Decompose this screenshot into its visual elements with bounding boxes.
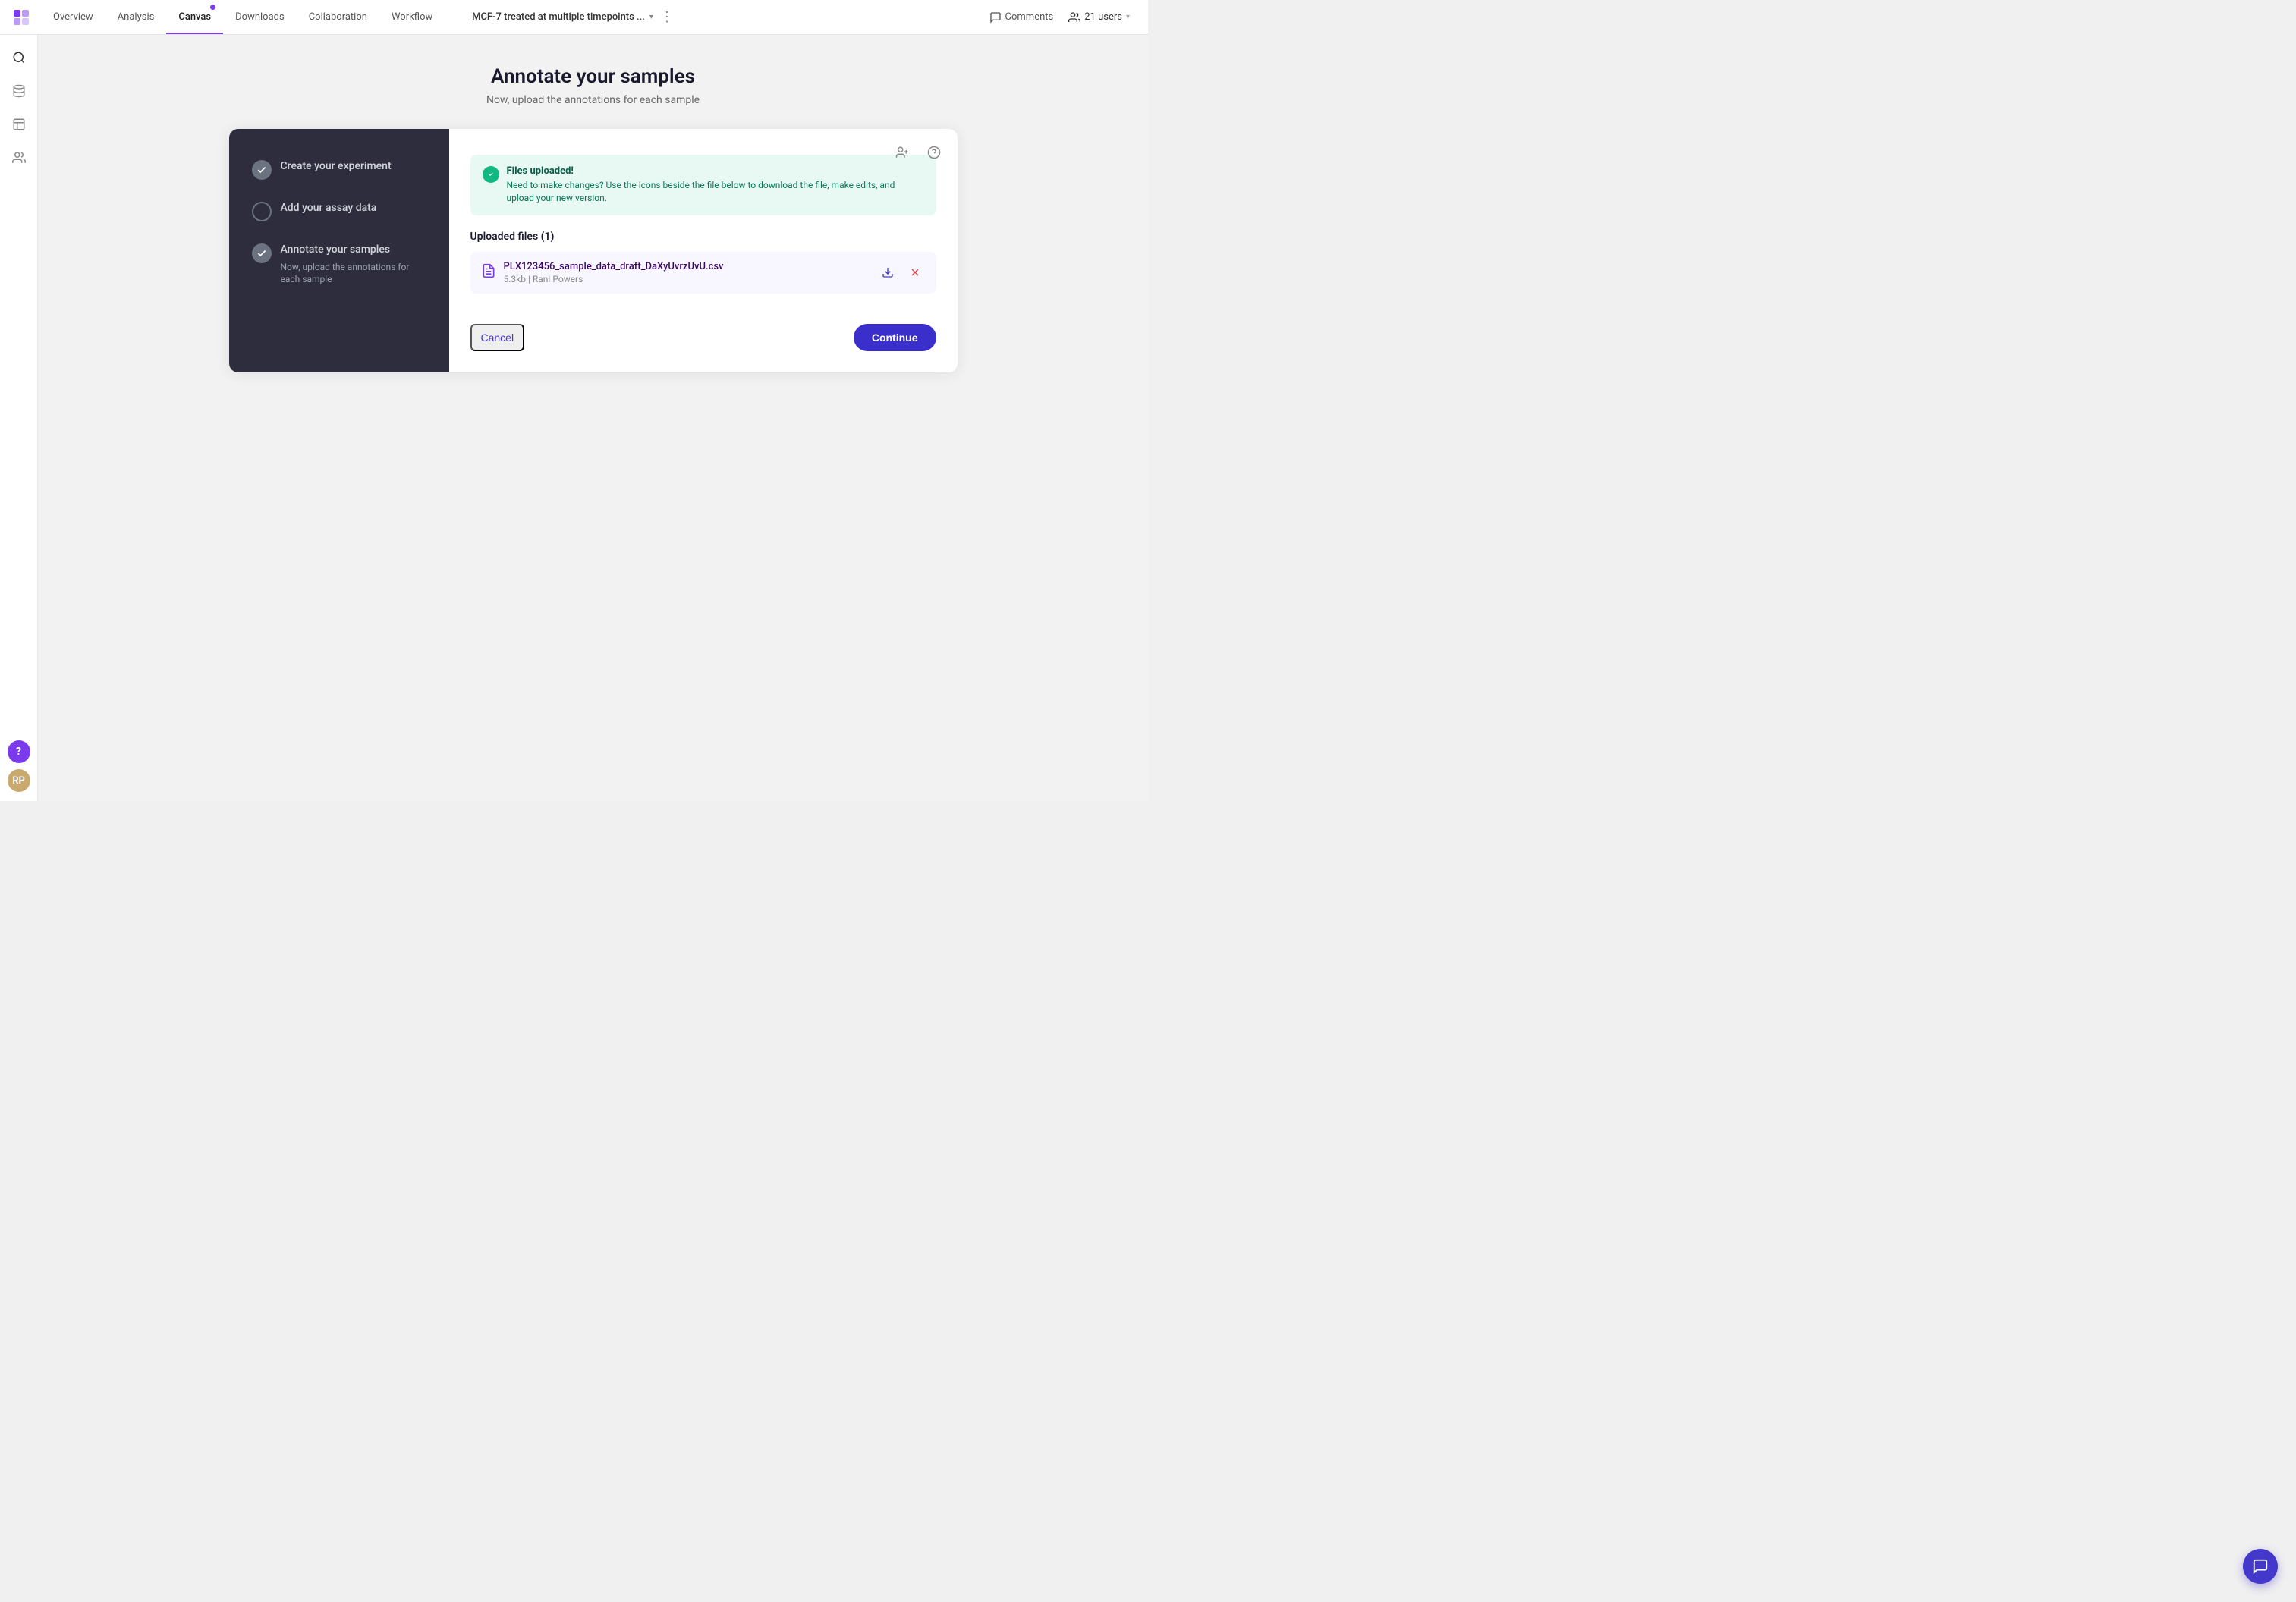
sidebar-icon-people[interactable]: [5, 144, 33, 171]
file-name: PLX123456_sample_data_draft_DaXyUvrzUvU.…: [504, 261, 870, 272]
file-info: PLX123456_sample_data_draft_DaXyUvrzUvU.…: [504, 261, 870, 284]
step-annotate-text: Annotate your samples Now, upload the an…: [281, 243, 426, 286]
file-actions: [877, 262, 926, 283]
right-panel: Files uploaded! Need to make changes? Us…: [449, 129, 958, 372]
chat-button[interactable]: [2243, 1549, 2278, 1584]
project-more-button[interactable]: ⋮: [658, 8, 676, 27]
file-icon: [481, 263, 496, 282]
page-subtitle: Now, upload the annotations for each sam…: [486, 94, 700, 106]
step-assay: Add your assay data: [252, 201, 426, 221]
step-create-icon: [252, 160, 272, 180]
file-item: PLX123456_sample_data_draft_DaXyUvrzUvU.…: [470, 252, 936, 294]
cancel-button[interactable]: Cancel: [470, 324, 525, 351]
nav-right: Comments 21 users ▾: [989, 8, 1148, 27]
page-title: Annotate your samples: [491, 65, 695, 88]
step-annotate-icon: [252, 243, 272, 263]
users-chevron-icon: ▾: [1126, 13, 1130, 21]
canvas-active-dot: [210, 5, 215, 10]
step-assay-text: Add your assay data: [281, 201, 426, 216]
tab-canvas[interactable]: Canvas: [166, 0, 223, 34]
step-assay-label: Add your assay data: [281, 201, 426, 216]
comments-button[interactable]: Comments: [989, 11, 1054, 24]
success-icon: [483, 166, 499, 183]
success-text: Files uploaded! Need to make changes? Us…: [507, 165, 924, 205]
sidebar-icon-search[interactable]: [5, 44, 33, 71]
help-badge[interactable]: ?: [8, 740, 30, 763]
tab-downloads[interactable]: Downloads: [223, 0, 297, 34]
success-title: Files uploaded!: [507, 165, 924, 177]
tab-overview[interactable]: Overview: [41, 0, 105, 34]
project-dropdown-icon[interactable]: ▾: [649, 13, 653, 21]
user-avatar[interactable]: RP: [8, 769, 30, 792]
step-annotate-desc: Now, upload the annotations for each sam…: [281, 261, 426, 287]
main-layout: ? RP Annotate your samples Now, upload t…: [0, 35, 1148, 801]
tab-workflow[interactable]: Workflow: [379, 0, 445, 34]
app-logo[interactable]: [8, 4, 35, 31]
step-create-label: Create your experiment: [281, 159, 426, 174]
success-message: Need to make changes? Use the icons besi…: [507, 179, 924, 205]
file-delete-button[interactable]: [904, 262, 926, 283]
project-title: MCF-7 treated at multiple timepoints ...: [472, 11, 645, 23]
sidebar-icon-chart[interactable]: [5, 111, 33, 138]
success-banner: Files uploaded! Need to make changes? Us…: [470, 155, 936, 215]
bottom-actions: Cancel Continue: [470, 294, 936, 351]
sidebar-bottom: ? RP: [8, 740, 30, 792]
add-user-button[interactable]: [891, 141, 914, 164]
card-container: Create your experiment Add your assay da…: [229, 129, 958, 372]
uploaded-files-label: Uploaded files (1): [470, 231, 936, 243]
left-sidebar: ? RP: [0, 35, 38, 801]
step-create-text: Create your experiment: [281, 159, 426, 174]
step-annotate-label: Annotate your samples: [281, 243, 426, 258]
content-area: Annotate your samples Now, upload the an…: [38, 35, 1148, 801]
sidebar-icon-data[interactable]: [5, 77, 33, 105]
tab-analysis[interactable]: Analysis: [105, 0, 167, 34]
step-assay-icon: [252, 202, 272, 221]
help-button[interactable]: [923, 141, 945, 164]
step-create: Create your experiment: [252, 159, 426, 180]
file-meta: 5.3kb | Rani Powers: [504, 274, 870, 284]
top-nav: Overview Analysis Canvas Downloads Colla…: [0, 0, 1148, 35]
step-annotate: Annotate your samples Now, upload the an…: [252, 243, 426, 286]
steps-panel: Create your experiment Add your assay da…: [229, 129, 449, 372]
right-panel-actions: [891, 141, 945, 164]
users-button[interactable]: 21 users ▾: [1062, 8, 1136, 27]
project-title-area: MCF-7 treated at multiple timepoints ...…: [472, 8, 676, 27]
file-download-button[interactable]: [877, 262, 898, 283]
continue-button[interactable]: Continue: [854, 324, 936, 351]
tab-collaboration[interactable]: Collaboration: [297, 0, 379, 34]
nav-tabs: Overview Analysis Canvas Downloads Colla…: [41, 0, 445, 34]
